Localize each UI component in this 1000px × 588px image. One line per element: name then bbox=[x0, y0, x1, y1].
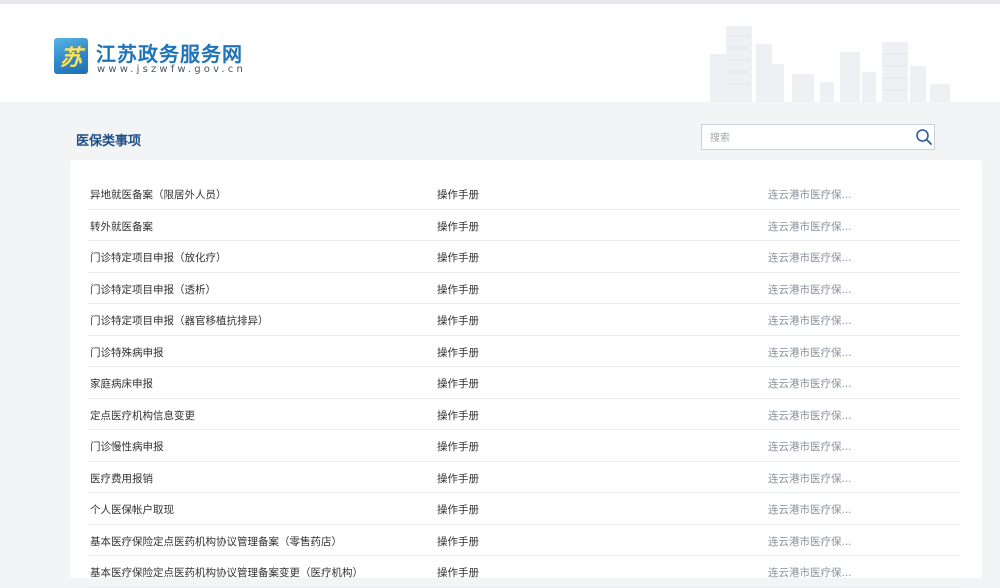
item-department: 连云港市医疗保... bbox=[768, 535, 852, 548]
list-item[interactable]: 门诊慢性病申报 操作手册 连云港市医疗保... bbox=[88, 430, 960, 462]
manual-link[interactable]: 操作手册 bbox=[437, 250, 479, 265]
item-name[interactable]: 转外就医备案 bbox=[90, 219, 153, 234]
item-department: 连云港市医疗保... bbox=[768, 378, 852, 390]
list-item[interactable]: 基本医疗保险定点医药机构协议管理备案（零售药店） 操作手册 连云港市医疗保... bbox=[88, 525, 960, 556]
list-item[interactable]: 转外就医备案 操作手册 连云港市医疗保... bbox=[88, 210, 960, 241]
item-name[interactable]: 异地就医备案（限居外人员） bbox=[90, 187, 227, 202]
list-item[interactable]: 基本医疗保险定点医药机构协议管理备案变更（医疗机构） 操作手册 连云港市医疗保.… bbox=[88, 556, 960, 588]
manual-link[interactable]: 操作手册 bbox=[437, 534, 479, 549]
site-name[interactable]: 江苏政务服务网 bbox=[96, 38, 243, 67]
manual-link[interactable]: 操作手册 bbox=[437, 345, 479, 360]
manual-link[interactable]: 操作手册 bbox=[437, 282, 479, 297]
city-skyline-icon bbox=[710, 26, 950, 102]
site-url: www.jszwfw.gov.cn bbox=[97, 64, 247, 75]
list-item[interactable]: 门诊特定项目申报（放化疗） 操作手册 连云港市医疗保... bbox=[88, 241, 960, 273]
item-name[interactable]: 门诊特殊病申报 bbox=[90, 345, 164, 360]
item-name[interactable]: 个人医保帐户取现 bbox=[90, 502, 174, 517]
items-list: 异地就医备案（限居外人员） 操作手册 连云港市医疗保... 转外就医备案 操作手… bbox=[88, 178, 960, 588]
list-item[interactable]: 医疗费用报销 操作手册 连云港市医疗保... bbox=[88, 462, 960, 493]
section-title: 医保类事项 bbox=[76, 134, 142, 149]
list-item[interactable]: 定点医疗机构信息变更 操作手册 连云港市医疗保... bbox=[88, 399, 960, 430]
search-icon[interactable] bbox=[915, 128, 933, 146]
item-department: 连云港市医疗保... bbox=[768, 252, 852, 264]
item-department: 连云港市医疗保... bbox=[768, 441, 852, 453]
item-name[interactable]: 基本医疗保险定点医药机构协议管理备案（零售药店） bbox=[90, 534, 342, 549]
manual-link[interactable]: 操作手册 bbox=[437, 502, 479, 517]
list-item[interactable]: 门诊特殊病申报 操作手册 连云港市医疗保... bbox=[88, 336, 960, 367]
item-name[interactable]: 门诊特定项目申报（放化疗） bbox=[90, 250, 227, 265]
item-name[interactable]: 医疗费用报销 bbox=[90, 471, 153, 486]
manual-link[interactable]: 操作手册 bbox=[437, 439, 479, 454]
item-department: 连云港市医疗保... bbox=[768, 472, 852, 485]
item-department: 连云港市医疗保... bbox=[768, 504, 852, 516]
list-item[interactable]: 家庭病床申报 操作手册 连云港市医疗保... bbox=[88, 367, 960, 399]
item-department: 连云港市医疗保... bbox=[768, 346, 852, 359]
item-name[interactable]: 门诊特定项目申报（透析） bbox=[90, 282, 216, 297]
manual-link[interactable]: 操作手册 bbox=[437, 219, 479, 234]
list-item[interactable]: 异地就医备案（限居外人员） 操作手册 连云港市医疗保... bbox=[88, 178, 960, 210]
manual-link[interactable]: 操作手册 bbox=[437, 376, 479, 391]
items-panel: 异地就医备案（限居外人员） 操作手册 连云港市医疗保... 转外就医备案 操作手… bbox=[70, 160, 982, 588]
site-header: 苏 江苏政务服务网 www.jszwfw.gov.cn bbox=[0, 4, 1000, 102]
logo-character: 苏 bbox=[59, 45, 82, 71]
site-logo-icon[interactable]: 苏 bbox=[54, 38, 88, 74]
list-item[interactable]: 个人医保帐户取现 操作手册 连云港市医疗保... bbox=[88, 493, 960, 525]
manual-link[interactable]: 操作手册 bbox=[437, 187, 479, 202]
item-department: 连云港市医疗保... bbox=[768, 283, 852, 296]
item-name[interactable]: 定点医疗机构信息变更 bbox=[90, 408, 195, 423]
list-item[interactable]: 门诊特定项目申报（器官移植抗排异） 操作手册 连云港市医疗保... bbox=[88, 304, 960, 336]
item-department: 连云港市医疗保... bbox=[768, 189, 852, 201]
item-name[interactable]: 家庭病床申报 bbox=[90, 376, 153, 391]
search-input[interactable] bbox=[708, 128, 902, 148]
manual-link[interactable]: 操作手册 bbox=[437, 408, 479, 423]
manual-link[interactable]: 操作手册 bbox=[437, 471, 479, 486]
item-department: 连云港市医疗保... bbox=[768, 409, 852, 422]
search-box[interactable] bbox=[701, 124, 935, 150]
item-name[interactable]: 门诊慢性病申报 bbox=[90, 439, 164, 454]
item-department: 连云港市医疗保... bbox=[768, 220, 852, 233]
item-name[interactable]: 门诊特定项目申报（器官移植抗排异） bbox=[90, 313, 269, 328]
manual-link[interactable]: 操作手册 bbox=[437, 313, 479, 328]
list-item[interactable]: 门诊特定项目申报（透析） 操作手册 连云港市医疗保... bbox=[88, 273, 960, 304]
item-department: 连云港市医疗保... bbox=[768, 315, 852, 327]
